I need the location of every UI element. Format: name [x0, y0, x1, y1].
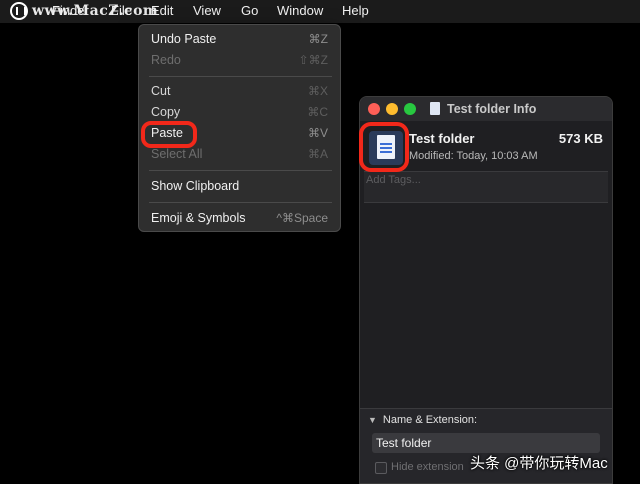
menu-item-label: Copy	[151, 105, 181, 119]
menu-item-shortcut: ⌘A	[307, 147, 328, 161]
watermark-logo-icon	[10, 2, 28, 20]
info-body	[364, 203, 608, 408]
file-size: 573 KB	[558, 131, 603, 146]
menu-item-shortcut: ⌘V	[307, 126, 328, 140]
menu-item-shortcut: ⇧⌘Z	[298, 53, 328, 67]
menu-window[interactable]: Window	[277, 3, 323, 18]
tags-field[interactable]: Add Tags...	[364, 171, 608, 203]
section-header[interactable]: ▼ Name & Extension:	[368, 414, 477, 426]
menu-separator	[149, 170, 332, 171]
minimize-button[interactable]	[386, 103, 398, 115]
menu-item-undo-paste[interactable]: Undo Paste ⌘Z	[139, 30, 340, 50]
tags-placeholder: Add Tags...	[366, 174, 421, 186]
chevron-down-icon: ▼	[368, 415, 377, 425]
menu-item-select-all[interactable]: Select All ⌘A	[139, 145, 340, 165]
menu-item-shortcut: ⌘C	[307, 105, 328, 119]
icon-highlight-ring	[359, 122, 409, 172]
menu-bar: www.MacZ.com Finder File Edit View Go Wi…	[0, 0, 640, 23]
menu-go[interactable]: Go	[241, 3, 258, 18]
menu-item-label: Show Clipboard	[151, 179, 240, 193]
menu-item-copy[interactable]: Copy ⌘C	[139, 103, 340, 123]
window-title: Test folder Info	[447, 102, 537, 116]
menu-finder[interactable]: Finder	[52, 3, 89, 18]
menu-item-label: Emoji & Symbols	[151, 211, 246, 225]
paste-highlight-ring	[141, 121, 197, 148]
close-button[interactable]	[368, 103, 380, 115]
menu-item-cut[interactable]: Cut ⌘X	[139, 82, 340, 102]
menu-item-label: Redo	[151, 53, 181, 67]
menu-item-label: Select All	[151, 147, 203, 161]
section-title: Name & Extension:	[382, 414, 478, 426]
menu-item-shortcut: ^⌘Space	[276, 211, 328, 225]
hide-extension-checkbox[interactable]	[375, 462, 387, 474]
document-icon	[430, 102, 440, 115]
file-name: Test folder	[409, 131, 475, 146]
menu-item-label: Undo Paste	[151, 32, 217, 46]
menu-separator	[149, 76, 332, 77]
hide-extension-label: Hide extension	[391, 461, 464, 473]
menu-edit[interactable]: Edit	[151, 3, 173, 18]
menu-item-redo[interactable]: Redo ⇧⌘Z	[139, 51, 340, 71]
menu-item-show-clipboard[interactable]: Show Clipboard	[139, 177, 340, 197]
watermark-text: www.MacZ.com	[32, 3, 159, 19]
menu-item-emoji-symbols[interactable]: Emoji & Symbols ^⌘Space	[139, 209, 340, 229]
menu-view[interactable]: View	[193, 3, 221, 18]
menu-file[interactable]: File	[111, 3, 132, 18]
info-titlebar: Test folder Info	[360, 97, 612, 121]
name-input[interactable]	[376, 435, 594, 451]
menu-help[interactable]: Help	[342, 3, 369, 18]
modified-date: Modified: Today, 10:03 AM	[409, 150, 538, 162]
menu-item-label: Cut	[151, 84, 171, 98]
menu-separator	[149, 202, 332, 203]
menu-item-shortcut: ⌘Z	[308, 32, 328, 46]
zoom-button[interactable]	[404, 103, 416, 115]
footer-watermark: 头条 @带你玩转Mac	[470, 455, 608, 472]
name-field[interactable]	[372, 433, 600, 453]
menu-item-shortcut: ⌘X	[307, 84, 328, 98]
